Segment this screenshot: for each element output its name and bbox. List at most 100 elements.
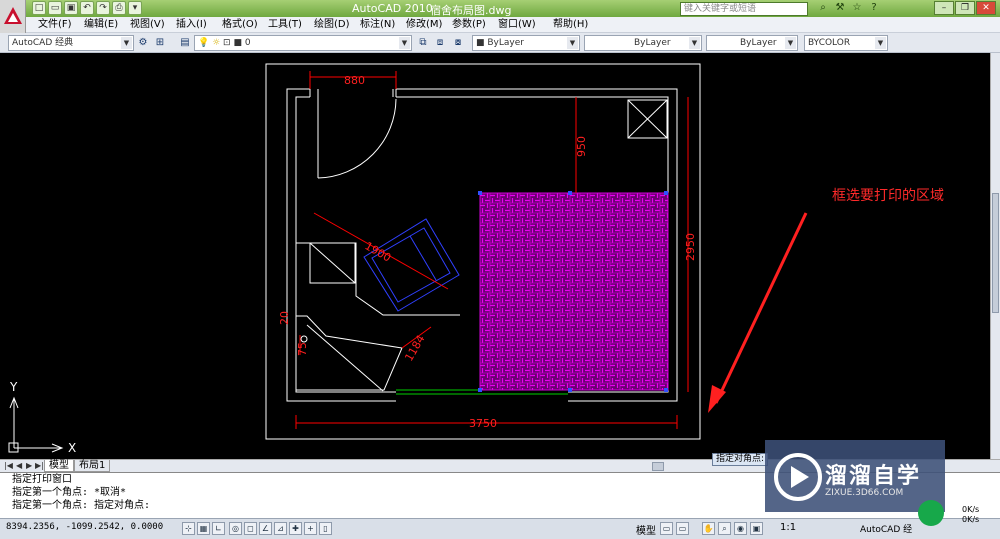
search-input[interactable]: 键入关键字或短语 — [680, 2, 808, 16]
scroll-thumb[interactable] — [992, 193, 999, 313]
ucs-x-label: X — [68, 441, 76, 455]
dim-right-label: 2950 — [684, 233, 697, 261]
star-icon[interactable]: ☆ — [850, 1, 864, 15]
hatch-area — [479, 192, 669, 391]
layer-match-icon[interactable]: ⧇ — [451, 36, 465, 50]
redo-icon[interactable]: ↷ — [96, 1, 110, 15]
linetype-select[interactable]: ByLayer ▼ — [584, 35, 702, 51]
tab-model[interactable]: 模型 — [44, 460, 74, 472]
menu-draw[interactable]: 绘图(D) — [314, 17, 360, 32]
snap-icon[interactable]: ⊹ — [182, 522, 195, 535]
autocad-logo-icon — [4, 7, 22, 24]
drawing-canvas[interactable]: 880 950 2950 3750 1900 1184 20 75 框选要打印的… — [0, 53, 1000, 459]
color-select[interactable]: ■ ByLayer ▼ — [472, 35, 580, 51]
annotation-text: 框选要打印的区域 — [832, 187, 944, 204]
autocad-logo[interactable] — [0, 0, 26, 34]
lineweight-select[interactable]: ByLayer ▼ — [706, 35, 798, 51]
gear-icon[interactable]: ⚙ — [136, 36, 150, 50]
layer-previous-icon[interactable]: ⧈ — [433, 36, 447, 50]
showmotion-icon[interactable]: ▣ — [750, 522, 763, 535]
dim-small-label-2: 75 — [296, 342, 309, 356]
ducs-icon[interactable]: ⊿ — [274, 522, 287, 535]
model-space-label[interactable]: 模型 — [636, 522, 656, 537]
last-tab-icon[interactable]: ▶| — [35, 461, 44, 470]
menu-insert[interactable]: 插入(I) — [176, 17, 222, 32]
title-bar: □ ▭ ▣ ↶ ↷ ⎙ ▾ AutoCAD 2010 宿舍布局图.dwg 键入关… — [0, 0, 1000, 17]
title-icons: ⌕ ⚒ ☆ ? — [816, 1, 881, 15]
dyn-icon[interactable]: ✚ — [289, 522, 302, 535]
layer-select[interactable]: 💡 ☼ ⊡ ■ 0 ▼ — [194, 35, 412, 51]
prev-tab-icon[interactable]: ◀ — [16, 461, 22, 470]
new-file-icon[interactable]: □ — [32, 1, 46, 15]
color-value: ByLayer — [487, 38, 524, 48]
zoom-icon[interactable]: ⌕ — [718, 522, 731, 535]
workspace-value: AutoCAD 经典 — [12, 38, 74, 48]
menu-edit[interactable]: 编辑(E) — [84, 17, 130, 32]
dim-top-label: 880 — [344, 74, 365, 87]
menu-dimension[interactable]: 标注(N) — [360, 17, 406, 32]
layer-manager-icon[interactable]: ▤ — [178, 36, 192, 50]
chevron-down-icon: ▼ — [689, 37, 700, 49]
next-tab-icon[interactable]: ▶ — [26, 461, 32, 470]
properties-toolbar: AutoCAD 经典 ▼ ⚙ ⊞ ▤ 💡 ☼ ⊡ ■ 0 ▼ ⧉ ⧈ ⧇ ■ B… — [0, 33, 1000, 53]
net-down: 0K/s — [962, 515, 980, 524]
tools-icon[interactable]: ⚒ — [833, 1, 847, 15]
print-icon[interactable]: ⎙ — [112, 1, 126, 15]
layout2-icon[interactable]: ▭ — [676, 522, 689, 535]
menu-format[interactable]: 格式(O) — [222, 17, 268, 32]
lineweight-icon[interactable]: + — [304, 522, 317, 535]
drawing-svg: 880 950 2950 3750 1900 1184 20 75 框选要打印的… — [8, 63, 944, 455]
workspace-status[interactable]: AutoCAD 经 — [860, 522, 912, 535]
workspace-select[interactable]: AutoCAD 经典 ▼ — [8, 35, 134, 51]
dropdown-icon[interactable]: ▾ — [128, 1, 142, 15]
menu-parameter[interactable]: 参数(P) — [452, 17, 498, 32]
menu-window[interactable]: 窗口(W) — [498, 17, 553, 32]
tab-layout1[interactable]: 布局1 — [74, 460, 111, 472]
plotstyle-select[interactable]: BYCOLOR ▼ — [804, 35, 888, 51]
dim-bottom-label: 3750 — [469, 417, 497, 430]
menu-help[interactable]: 帮助(H) — [553, 17, 599, 32]
polar-icon[interactable]: ◎ — [229, 522, 242, 535]
document-title: 宿舍布局图.dwg — [430, 4, 512, 17]
otrack-icon[interactable]: ∠ — [259, 522, 272, 535]
bed-outline — [363, 218, 460, 312]
grid-icon[interactable]: ▦ — [197, 522, 210, 535]
watermark: 溜溜自学 ZIXUE.3D66.COM — [765, 440, 945, 512]
watermark-brand: 溜溜自学 — [825, 464, 922, 489]
window-controls: – ❐ ✕ — [934, 1, 996, 15]
menu-tools[interactable]: 工具(T) — [268, 17, 314, 32]
autocad-window: □ ▭ ▣ ↶ ↷ ⎙ ▾ AutoCAD 2010 宿舍布局图.dwg 键入关… — [0, 0, 1000, 539]
restore-button[interactable]: ❐ — [955, 1, 975, 15]
annotation-arrow — [708, 212, 808, 413]
pan-icon[interactable]: ✋ — [702, 522, 715, 535]
color-swatch-icon: ■ — [233, 38, 242, 48]
layer-state-icon[interactable]: ⧉ — [416, 36, 430, 50]
watermark-logo-icon — [774, 453, 822, 501]
ortho-icon[interactable]: ∟ — [212, 522, 225, 535]
layout-icon[interactable]: ▭ — [660, 522, 673, 535]
dim-desk-label: 1184 — [402, 333, 427, 364]
settings-icon[interactable]: ⊞ — [153, 36, 167, 50]
open-file-icon[interactable]: ▭ — [48, 1, 62, 15]
menu-modify[interactable]: 修改(M) — [406, 17, 452, 32]
save-icon[interactable]: ▣ — [64, 1, 78, 15]
color-swatch-icon: ■ — [476, 38, 488, 48]
close-button[interactable]: ✕ — [976, 1, 996, 15]
dim-bed-label: 1900 — [363, 239, 394, 264]
annotation-scale[interactable]: 1:1 — [780, 522, 796, 533]
chevron-down-icon: ▼ — [121, 37, 132, 49]
steering-wheel-icon[interactable]: ◉ — [734, 522, 747, 535]
net-up: 0K/s — [962, 505, 980, 514]
osnap-icon[interactable]: ◻ — [244, 522, 257, 535]
undo-icon[interactable]: ↶ — [80, 1, 94, 15]
menu-view[interactable]: 视图(V) — [130, 17, 176, 32]
lock-icon: ⊡ — [223, 38, 231, 48]
horizontal-scroll-thumb[interactable] — [652, 462, 664, 471]
first-tab-icon[interactable]: |◀ — [4, 461, 13, 470]
qp-icon[interactable]: ▯ — [319, 522, 332, 535]
minimize-button[interactable]: – — [934, 1, 954, 15]
vertical-scrollbar[interactable] — [990, 53, 1000, 459]
help-icon[interactable]: ? — [867, 1, 881, 15]
menu-file[interactable]: 文件(F) — [38, 17, 84, 32]
binoculars-icon[interactable]: ⌕ — [816, 1, 830, 15]
